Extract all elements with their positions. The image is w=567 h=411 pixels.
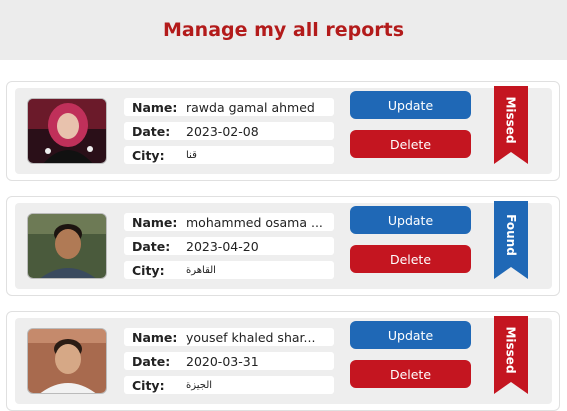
city-label: City: [132,147,165,163]
date-label: Date: [132,238,171,254]
date-label: Date: [132,353,171,369]
status-badge: Missed [504,326,519,374]
city-value: الجيزة [186,379,213,391]
update-button[interactable]: Update [350,321,471,349]
date-value: 2023-02-08 [186,123,259,139]
date-label: Date: [132,123,171,139]
name-value: rawda gamal ahmed [186,99,315,115]
status-ribbon: Missed [494,86,528,164]
date-value: 2023-04-20 [186,238,259,254]
delete-button[interactable]: Delete [350,360,471,388]
page-header: Manage my all reports [0,0,567,60]
report-card-body: Name: yousef khaled shar... Date: 2020-0… [15,316,552,404]
report-photo [27,98,107,164]
name-label: Name: [132,329,178,345]
report-photo [27,328,107,394]
delete-button[interactable]: Delete [350,245,471,273]
report-card: Name: rawda gamal ahmed Date: 2023-02-08… [6,81,560,181]
status-ribbon: Found [494,201,528,279]
report-card: Name: mohammed osama ... Date: 2023-04-2… [6,196,560,296]
name-field: Name: mohammed osama ... [124,213,334,231]
date-field: Date: 2023-02-08 [124,122,334,140]
date-field: Date: 2020-03-31 [124,352,334,370]
name-value: yousef khaled shar... [186,329,316,345]
city-value: القاهرة [186,264,216,276]
date-field: Date: 2023-04-20 [124,237,334,255]
report-card-body: Name: mohammed osama ... Date: 2023-04-2… [15,201,552,289]
date-value: 2020-03-31 [186,353,259,369]
name-field: Name: rawda gamal ahmed [124,98,334,116]
report-card-body: Name: rawda gamal ahmed Date: 2023-02-08… [15,86,552,174]
page-title: Manage my all reports [162,19,405,41]
report-card: Name: yousef khaled shar... Date: 2020-0… [6,311,560,411]
name-label: Name: [132,214,178,230]
delete-button[interactable]: Delete [350,130,471,158]
report-photo [27,213,107,279]
city-field: City: الجيزة [124,376,334,394]
city-label: City: [132,377,165,393]
name-field: Name: yousef khaled shar... [124,328,334,346]
status-badge: Found [504,214,519,256]
status-badge: Missed [504,96,519,144]
city-label: City: [132,262,165,278]
update-button[interactable]: Update [350,206,471,234]
city-field: City: قنا [124,146,334,164]
status-ribbon: Missed [494,316,528,394]
city-field: City: القاهرة [124,261,334,279]
update-button[interactable]: Update [350,91,471,119]
name-label: Name: [132,99,178,115]
city-value: قنا [186,149,197,161]
name-value: mohammed osama ... [186,214,323,230]
